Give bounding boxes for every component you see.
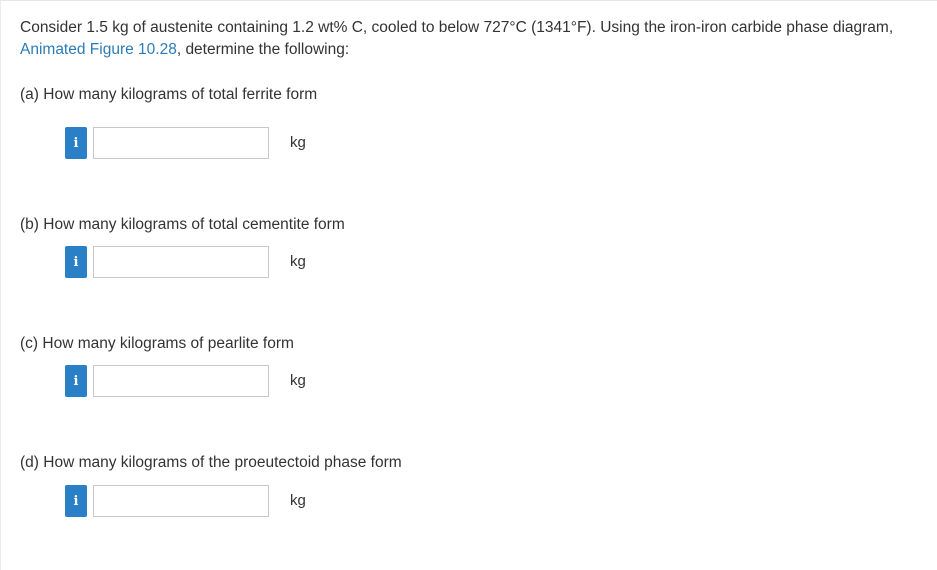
unit-label-b: kg bbox=[290, 253, 306, 270]
problem-statement: Consider 1.5 kg of austenite containing … bbox=[20, 17, 925, 61]
unit-label-c: kg bbox=[290, 372, 306, 389]
question-a-label: (a) How many kilograms of total ferrite … bbox=[20, 86, 318, 103]
answer-input-d[interactable] bbox=[93, 485, 269, 517]
info-icon[interactable]: i bbox=[65, 246, 87, 278]
problem-text-end: , determine the following: bbox=[176, 41, 350, 58]
animated-figure-link[interactable]: Animated Figure 10.28 bbox=[20, 41, 177, 58]
unit-label-a: kg bbox=[290, 134, 306, 151]
answer-input-b[interactable] bbox=[93, 246, 269, 278]
info-icon[interactable]: i bbox=[65, 127, 87, 159]
unit-label-d: kg bbox=[290, 492, 306, 509]
info-icon[interactable]: i bbox=[65, 485, 87, 517]
question-b-label: (b) How many kilograms of total cementit… bbox=[20, 216, 345, 233]
question-c-label: (c) How many kilograms of pearlite form bbox=[20, 335, 294, 352]
info-icon[interactable]: i bbox=[65, 365, 87, 397]
question-panel: Consider 1.5 kg of austenite containing … bbox=[0, 0, 937, 570]
answer-input-a[interactable] bbox=[93, 127, 269, 159]
question-d-label: (d) How many kilograms of the proeutecto… bbox=[20, 454, 402, 471]
problem-text-start: Consider 1.5 kg of austenite containing … bbox=[20, 19, 894, 36]
answer-input-c[interactable] bbox=[93, 365, 269, 397]
